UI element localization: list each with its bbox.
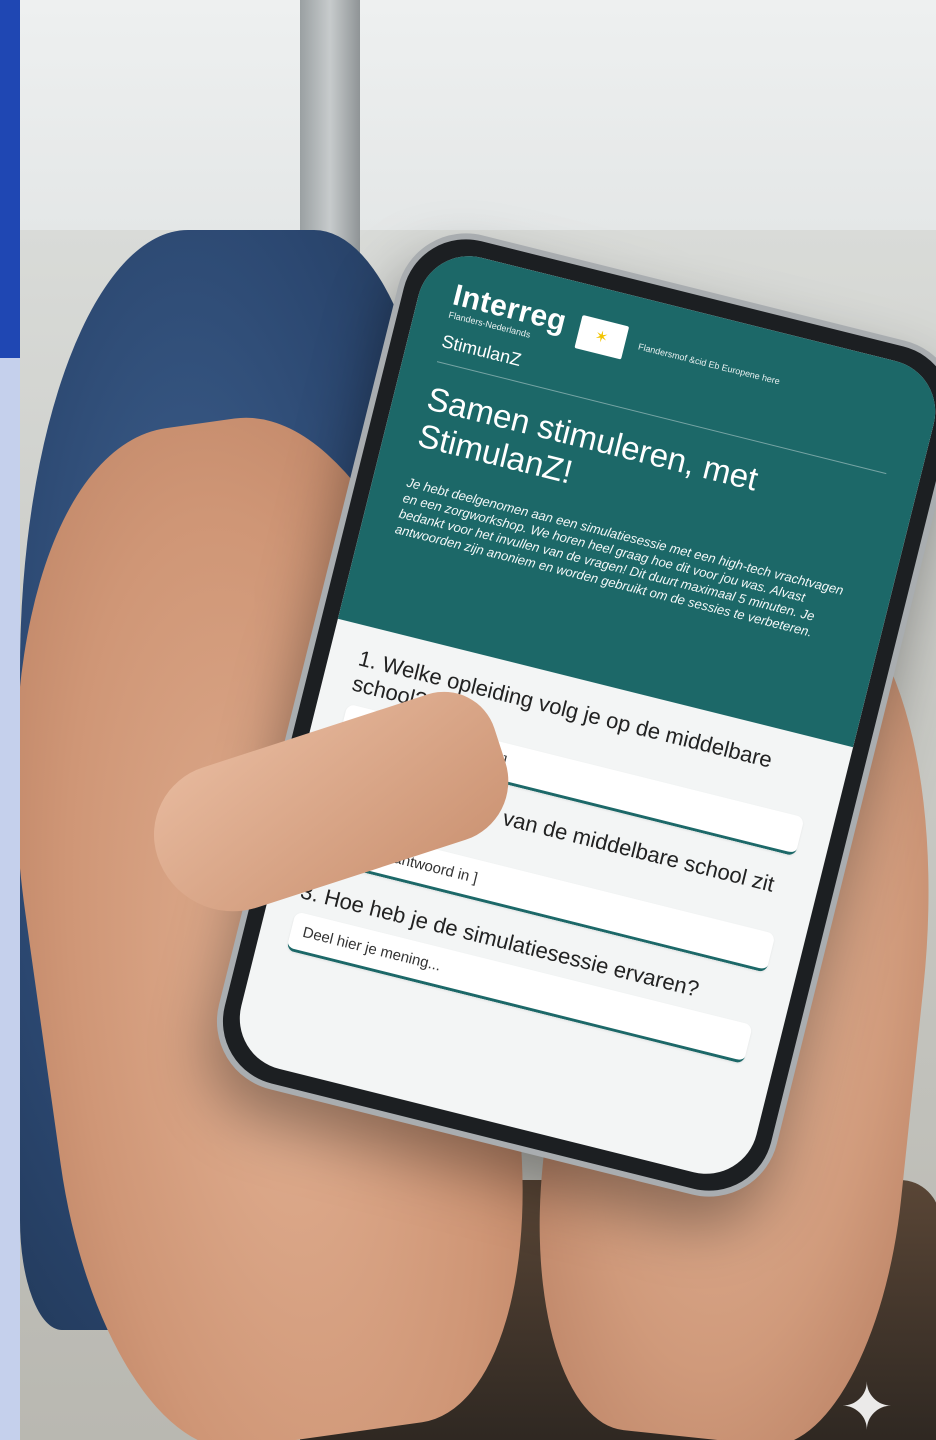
blue-accent-block: [0, 0, 20, 358]
photo-scene: Interreg Flanders-Nederlands ✶ Flandersm…: [0, 0, 936, 1440]
sparkle-icon: ✦: [840, 1371, 894, 1440]
eu-flag-icon: ✶: [574, 314, 629, 360]
eu-text: Flandersmof &cid Eb Europene here: [637, 341, 781, 386]
